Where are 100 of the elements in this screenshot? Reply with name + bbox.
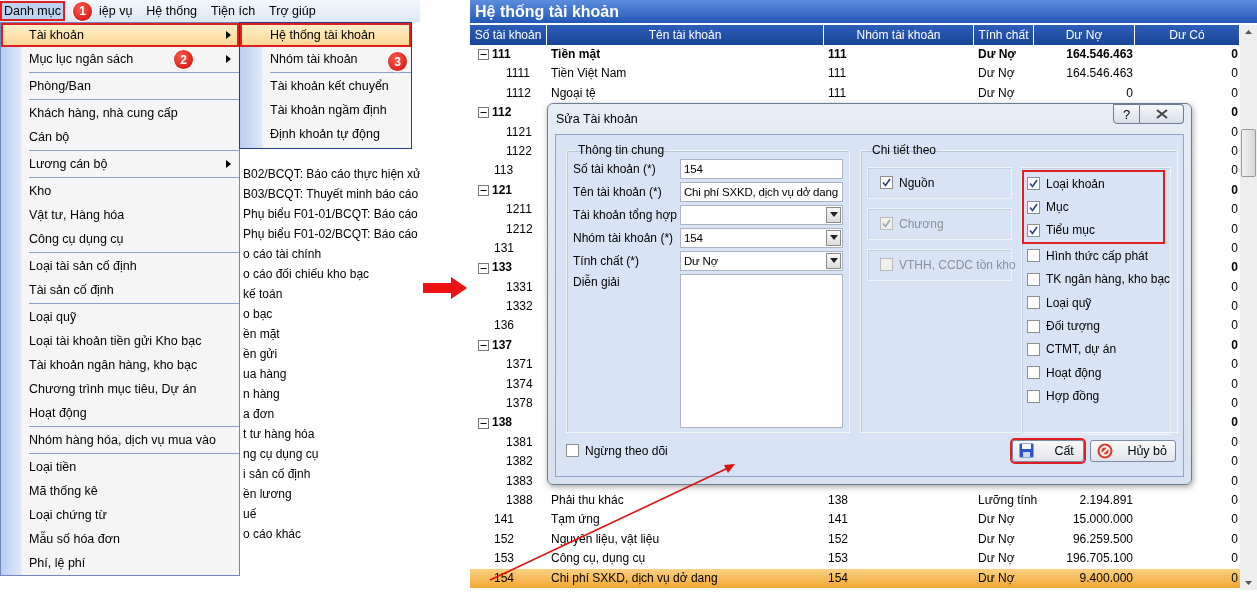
table-cell: 0 — [1231, 434, 1238, 449]
table-cell: Tạm ứng — [551, 512, 600, 527]
report-item: ền gửi — [243, 346, 279, 363]
table-cell: Ngoại tệ — [551, 85, 596, 100]
report-item: i sản cố định — [243, 466, 312, 483]
table-cell: 0 — [1126, 85, 1133, 100]
step-badge: 1 — [73, 1, 92, 21]
table-cell-text: 1383 — [505, 472, 533, 490]
dialog-title: Sửa Tài khoản — [555, 112, 638, 126]
field-label: Nhóm tài khoản (*) — [573, 230, 675, 245]
table-cell: Lưỡng tính — [978, 493, 1038, 507]
table-cell: 0 — [1231, 240, 1238, 255]
field-label: Tính chất (*) — [573, 253, 641, 268]
report-item: uế — [243, 506, 258, 523]
table-cell: 111 — [828, 66, 847, 81]
step-badge: 3 — [388, 52, 407, 71]
table-cell: 9.400.000 — [1079, 570, 1133, 585]
table-cell-text: 141 — [493, 511, 515, 529]
table-cell: 111 — [828, 85, 847, 100]
table-cell: 0 — [1231, 85, 1238, 100]
table-cell: 154 — [828, 570, 849, 585]
table-cell-text: 1112 — [505, 84, 531, 102]
table-cell: 2.194.891 — [1079, 493, 1133, 507]
table-cell-text: 153 — [493, 550, 515, 568]
table-cell-text: 133 — [492, 259, 513, 277]
table-cell: 111 — [828, 47, 847, 61]
table-cell: Dư Nợ — [978, 66, 1015, 81]
table-cell: 0 — [1231, 105, 1238, 120]
table-cell: 0 — [1231, 260, 1238, 275]
table-cell: 0 — [1231, 337, 1238, 352]
field-label: Diễn giải — [573, 273, 621, 289]
field-label: Số tài khoản (*) — [573, 161, 657, 176]
table-cell: 96.259.500 — [1072, 531, 1133, 546]
table-cell: 0 — [1231, 124, 1238, 139]
table-cell: 0 — [1231, 493, 1238, 507]
table-cell: 164.546.463 — [1066, 66, 1133, 81]
table-cell: 0 — [1231, 454, 1238, 469]
table-cell: 138 — [828, 493, 849, 507]
table-cell-text: 138 — [492, 414, 513, 432]
table-cell: Chi phí SXKD, dịch vụ dở dang — [551, 570, 718, 585]
table-cell: 0 — [1231, 66, 1238, 81]
table-cell: 0 — [1231, 376, 1238, 391]
table-cell: 0 — [1231, 531, 1238, 546]
report-item: o cáo khác — [243, 526, 303, 543]
table-cell: 164.546.463 — [1066, 47, 1133, 61]
table-cell: Tiền Việt Nam — [551, 66, 627, 81]
table-cell: 153 — [828, 551, 849, 566]
step-badge: 2 — [174, 50, 193, 69]
table-cell-text: 1121 — [505, 123, 532, 141]
report-item: ền mặt — [243, 326, 281, 343]
table-cell: Phải thu khác — [551, 493, 624, 507]
report-item: t tư hàng hóa — [243, 426, 316, 443]
report-item: ua hàng — [243, 366, 288, 383]
table-cell-text: 137 — [492, 336, 513, 354]
report-item: B02/BCQT: Báo cáo thực hiện xử — [243, 166, 420, 183]
table-cell-text: 1382 — [505, 453, 533, 471]
field-label: Tên tài khoản (*) — [573, 184, 663, 199]
report-item: B03/BCQT: Thuyết minh báo cáo — [243, 186, 420, 203]
table-cell-text: 121 — [492, 181, 513, 199]
table-cell: 0 — [1231, 357, 1238, 372]
report-item: Phụ biểu F01-01/BCQT: Báo cáo — [243, 206, 419, 223]
table-cell: 0 — [1231, 415, 1238, 430]
window-title: Hệ thống tài khoản — [470, 0, 1257, 23]
table-cell: 0 — [1231, 182, 1238, 197]
table-cell-text: 131 — [493, 239, 515, 257]
report-item: o cáo tài chính — [243, 246, 323, 263]
report-item: kế toán — [243, 286, 284, 303]
table-cell-text: 1374 — [505, 375, 533, 393]
table-cell: Dư Nợ — [978, 512, 1015, 527]
group-title: Chi tiết theo — [871, 143, 938, 157]
table-cell: Dư Nợ — [978, 531, 1015, 546]
table-cell-text: 152 — [493, 530, 515, 548]
report-item: Phụ biểu F01-02/BCQT: Báo cáo — [243, 226, 419, 243]
table-cell-text: 112 — [492, 104, 512, 122]
table-cell: 0 — [1231, 473, 1238, 488]
table-cell: 0 — [1231, 570, 1238, 585]
table-cell-text: 1371 — [505, 356, 533, 374]
table-cell: 15.000.000 — [1072, 512, 1133, 527]
report-item: n hàng — [243, 386, 281, 403]
table-cell: 0 — [1231, 512, 1238, 527]
table-cell: Dư Nợ — [978, 85, 1015, 100]
report-item: o cáo đối chiếu kho bạc — [243, 266, 371, 283]
group-title: Thông tin chung — [577, 143, 666, 157]
report-item: ng cụ dụng cụ — [243, 446, 320, 463]
table-cell: 152 — [828, 531, 849, 546]
table-cell-text: 1381 — [505, 433, 533, 451]
table-cell-text: 1111 — [505, 65, 531, 83]
table-cell: 196.705.100 — [1066, 551, 1133, 566]
table-cell: Dư Nợ — [978, 551, 1015, 566]
table-cell: 0 — [1231, 47, 1238, 61]
field-label: Tài khoản tổng hợp — [573, 207, 678, 222]
table-cell: Tiền mặt — [551, 47, 601, 61]
table-cell: Dư Nợ — [978, 47, 1016, 61]
report-item: a đơn — [243, 406, 276, 423]
report-item: o bạc — [243, 306, 274, 323]
table-cell: Công cụ, dụng cụ — [551, 551, 646, 566]
table-cell-text: 111 — [492, 46, 511, 63]
table-cell: 0 — [1231, 551, 1238, 566]
table-cell-text: 1388 — [505, 492, 533, 509]
report-item: ền lương — [243, 486, 293, 503]
